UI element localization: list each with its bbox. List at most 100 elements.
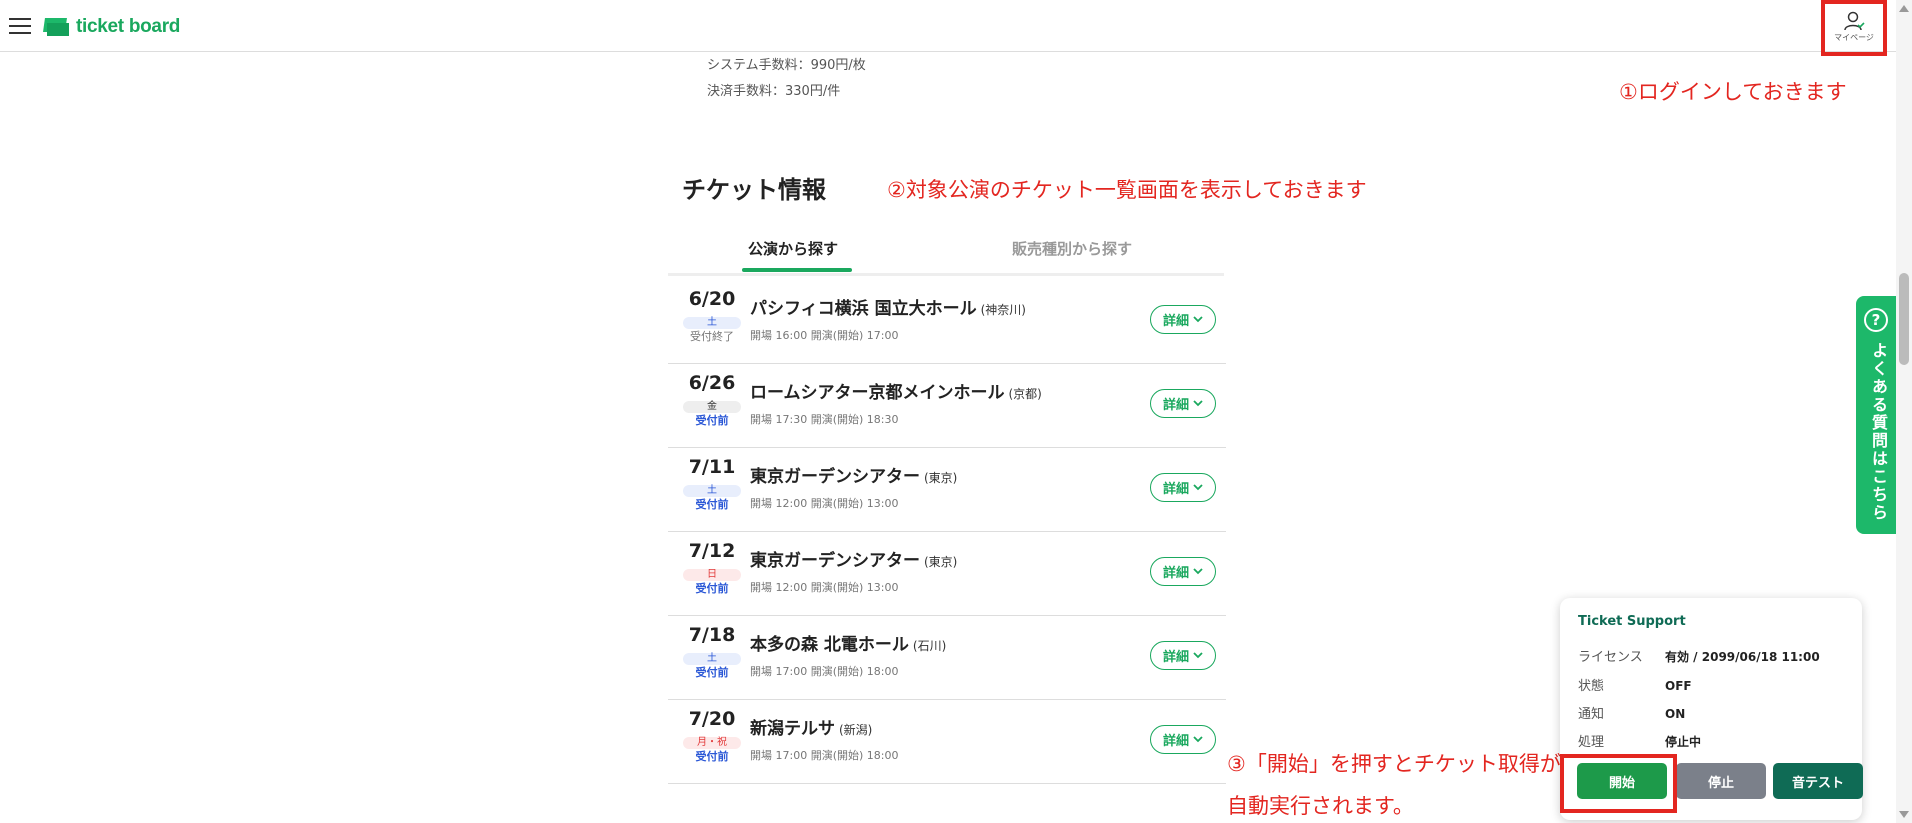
chevron-down-icon [1193, 484, 1203, 491]
event-list: 6/20 土受付終了 パシフィコ横浜 国立大ホール (神奈川) 開場 16:00 開演(… [668, 280, 1226, 784]
event-times: 開場 16:00 開演(開始) 17:00 [750, 329, 899, 342]
menu-icon[interactable] [9, 18, 31, 36]
question-icon: ? [1864, 308, 1888, 332]
chevron-down-icon [1193, 652, 1203, 659]
event-venue: 本多の森 北電ホール (石川) [750, 630, 946, 655]
sound-test-button[interactable]: 音テスト [1773, 763, 1863, 799]
event-status: 受付前 [695, 666, 729, 679]
event-status: 受付前 [695, 750, 729, 763]
detail-label: 詳細 [1162, 650, 1189, 665]
state-value: OFF [1665, 679, 1692, 693]
highlight-box-mypage [1821, 0, 1887, 56]
scroll-up-arrow-icon[interactable] [1899, 5, 1909, 12]
detail-button[interactable]: 詳細 [1150, 641, 1216, 670]
license-label: ライセンス [1578, 650, 1643, 665]
event-venue-name: ロームシアター京都メインホール [750, 383, 1005, 403]
section-title: チケット情報 [682, 176, 826, 204]
event-status: 受付前 [695, 498, 729, 511]
event-venue: パシフィコ横浜 国立大ホール (神奈川) [750, 294, 1026, 319]
event-row[interactable]: 6/26 金受付前 ロームシアター京都メインホール (京都) 開場 17:30 開演(開… [668, 364, 1226, 448]
event-prefecture: (神奈川) [980, 303, 1026, 317]
active-tab-indicator [742, 268, 852, 272]
event-date: 7/11 [688, 456, 736, 478]
event-row[interactable]: 7/12 日受付前 東京ガーデンシアター (東京) 開場 12:00 開演(開始) 13… [668, 532, 1226, 616]
scroll-down-arrow-icon[interactable] [1899, 811, 1909, 818]
event-times: 開場 17:00 開演(開始) 18:00 [750, 749, 899, 762]
annotation-step1: ①ログインしておきます [1619, 80, 1847, 104]
chevron-down-icon [1193, 736, 1203, 743]
event-status: 受付前 [695, 414, 729, 427]
process-value: 停止中 [1665, 735, 1702, 749]
event-times: 開場 12:00 開演(開始) 13:00 [750, 581, 899, 594]
event-date: 6/20 [688, 288, 736, 310]
event-venue: 東京ガーデンシアター (東京) [750, 462, 957, 487]
event-venue-name: パシフィコ横浜 国立大ホール [750, 299, 977, 319]
state-row: 状態 OFF [1578, 675, 1692, 694]
event-venue: ロームシアター京都メインホール (京都) [750, 378, 1042, 403]
event-day-of-week: 金 [683, 401, 741, 413]
event-prefecture: (東京) [924, 555, 958, 569]
event-date: 7/18 [688, 624, 736, 646]
detail-label: 詳細 [1162, 566, 1189, 581]
stop-button[interactable]: 停止 [1676, 763, 1766, 799]
tab-by-performance[interactable]: 公演から探す [748, 238, 838, 259]
detail-button[interactable]: 詳細 [1150, 557, 1216, 586]
detail-button[interactable]: 詳細 [1150, 725, 1216, 754]
detail-label: 詳細 [1162, 314, 1189, 329]
event-venue-name: 本多の森 北電ホール [750, 635, 909, 655]
notification-row: 通知 ON [1578, 703, 1685, 722]
event-day-of-week: 土 [683, 653, 741, 665]
detail-label: 詳細 [1162, 482, 1189, 497]
event-status: 受付終了 [690, 330, 734, 343]
notification-label: 通知 [1578, 707, 1605, 722]
page: ticket board マイページ システム手数料：990円/枚 決済手数料：… [0, 0, 1912, 823]
chevron-down-icon [1193, 316, 1203, 323]
top-header: ticket board マイページ [0, 0, 1896, 52]
detail-button[interactable]: 詳細 [1150, 473, 1216, 502]
panel-title: Ticket Support [1578, 614, 1686, 629]
event-date: 6/26 [688, 372, 736, 394]
event-venue: 新潟テルサ (新潟) [750, 714, 872, 739]
event-prefecture: (東京) [924, 471, 958, 485]
event-date: 7/12 [688, 540, 736, 562]
event-prefecture: (新潟) [839, 723, 873, 737]
logo-text: ticket board [76, 16, 181, 37]
detail-button[interactable]: 詳細 [1150, 389, 1216, 418]
chevron-down-icon [1193, 568, 1203, 575]
process-label: 処理 [1578, 735, 1605, 750]
event-day-of-week: 月・祝 [683, 737, 741, 749]
event-prefecture: (石川) [912, 639, 947, 653]
event-times: 開場 17:00 開演(開始) 18:00 [750, 665, 899, 678]
notification-value: ON [1665, 707, 1686, 721]
tab-by-sales-type[interactable]: 販売種別から探す [1012, 238, 1132, 259]
license-value: 有効 / 2099/06/18 11:00 [1665, 650, 1820, 664]
logo[interactable]: ticket board [43, 16, 181, 38]
event-row[interactable]: 7/20 月・祝 受付前 新潟テルサ (新潟) 開場 17:00 開演(開始) 18:00… [668, 700, 1226, 784]
event-row[interactable]: 7/18 土受付前 本多の森 北電ホール (石川) 開場 17:00 開演(開始) 18… [668, 616, 1226, 700]
event-status: 受付前 [695, 582, 729, 595]
state-label: 状態 [1578, 679, 1605, 694]
annotation-step2: ②対象公演のチケット一覧画面を表示しておきます [887, 178, 1367, 202]
event-date: 7/20 [688, 708, 736, 730]
detail-button[interactable]: 詳細 [1150, 305, 1216, 334]
scrollbar-thumb[interactable] [1899, 273, 1909, 365]
event-date-block: 7/20 月・祝 受付前 [682, 708, 742, 764]
faq-label: よくある質問はこちら [1869, 342, 1888, 522]
event-row[interactable]: 6/20 土受付終了 パシフィコ横浜 国立大ホール (神奈川) 開場 16:00 開演(… [668, 280, 1226, 364]
annotation-step3-line2: 自動実行されます。 [1227, 794, 1414, 818]
annotation-step3-line1: ③「開始」を押すとチケット取得が [1227, 752, 1561, 776]
event-day-of-week: 土 [683, 317, 741, 329]
scrollbar[interactable] [1896, 0, 1912, 823]
event-times: 開場 12:00 開演(開始) 13:00 [750, 497, 899, 510]
license-row: ライセンス 有効 / 2099/06/18 11:00 [1578, 646, 1820, 665]
faq-side-tab[interactable]: ? よくある質問はこちら [1856, 296, 1896, 534]
event-venue-name: 東京ガーデンシアター [750, 551, 920, 571]
event-date-block: 6/20 土受付終了 [682, 288, 742, 344]
event-venue-name: 新潟テルサ [750, 719, 835, 739]
event-row[interactable]: 7/11 土受付前 東京ガーデンシアター (東京) 開場 12:00 開演(開始) 13… [668, 448, 1226, 532]
event-times: 開場 17:30 開演(開始) 18:30 [750, 413, 899, 426]
event-date-block: 7/12 日受付前 [682, 540, 742, 596]
event-venue: 東京ガーデンシアター (東京) [750, 546, 957, 571]
event-venue-name: 東京ガーデンシアター [750, 467, 920, 487]
event-day-of-week: 日 [683, 569, 741, 581]
